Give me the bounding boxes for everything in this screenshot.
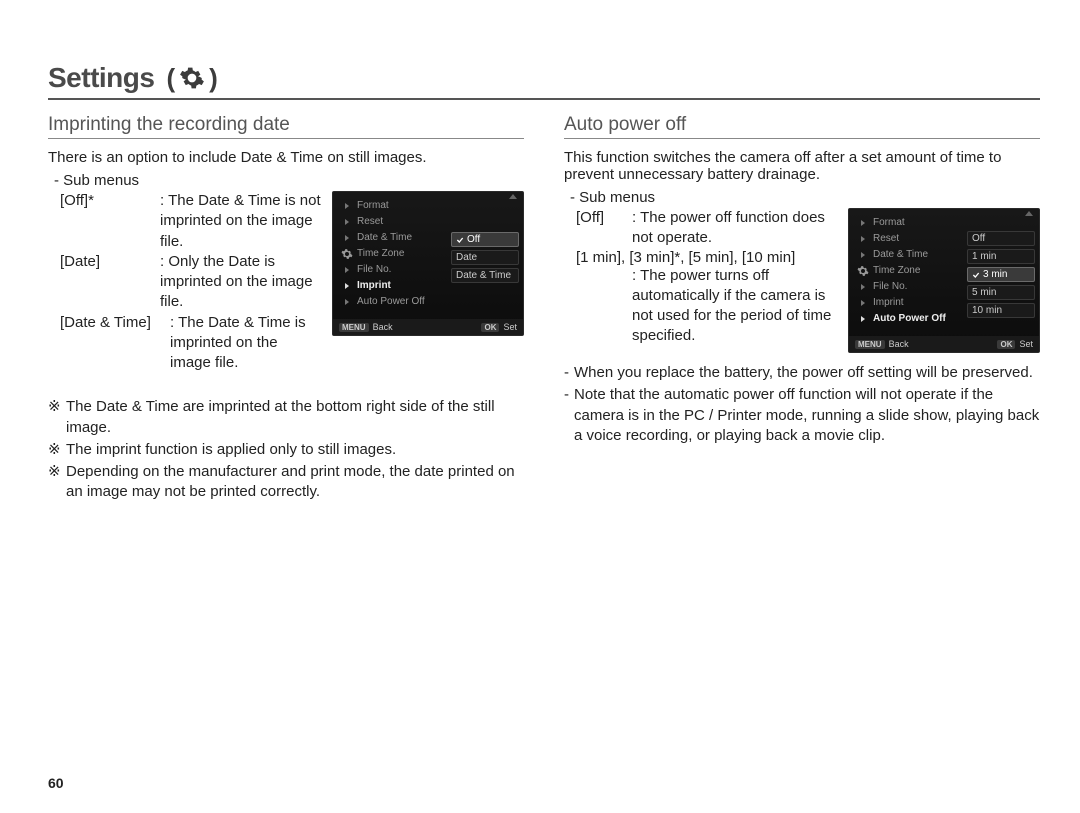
lcd-menu-item: Date & Time [873,249,928,260]
lcd-menu-item: Date & Time [357,232,412,243]
right-column: Auto power off This function switches th… [564,114,1040,505]
right-intro: This function switches the camera off af… [564,149,1040,183]
lcd-menu-item: Imprint [357,280,391,291]
right-notes: - When you replace the battery, the powe… [564,363,1040,446]
lcd-footer-left: Back [889,339,909,349]
columns: Imprinting the recording date There is a… [48,114,1040,505]
lcd-option: 1 min [967,249,1035,264]
chevron-right-icon [861,236,865,242]
chevron-right-icon [345,203,349,209]
chevron-right-icon [345,219,349,225]
lcd-footer-left-tag: MENU [339,323,369,332]
right-heading: Auto power off [564,114,1040,139]
lcd-menu-item: Reset [357,216,383,227]
lcd-option-list: Off 1 min 3 min 5 min 10 min [967,215,1035,334]
lcd-option: Date & Time [451,268,519,283]
lcd-footer-left: Back [373,322,393,332]
note-text: When you replace the battery, the power … [574,363,1040,383]
right-options-line: [1 min], [3 min]*, [5 min], [10 min] [576,249,838,266]
chevron-right-icon [345,283,349,289]
chevron-right-icon [345,267,349,273]
lcd-footer-right-tag: OK [997,340,1015,349]
lcd-screenshot-imprint: Format Reset Date & Time Time Zone File … [332,191,524,336]
lcd-footer-right-tag: OK [481,323,499,332]
submenu-desc: The power turns off automatically if the… [632,266,838,347]
dash-icon: - [564,385,574,446]
chevron-right-icon [861,220,865,226]
lcd-menu-item: Reset [873,233,899,244]
submenu-key: [Off] [576,208,632,249]
scroll-up-icon [1025,211,1033,216]
lcd-menu-item: File No. [357,264,391,275]
submenu-desc: The Date & Time is not imprinted on the … [160,191,322,252]
note-text: Depending on the manufacturer and print … [66,462,524,503]
scroll-up-icon [509,194,517,199]
submenu-desc: Only the Date is imprinted on the image … [160,252,322,313]
page-number: 60 [48,775,64,791]
lcd-menu-item: Time Zone [357,248,404,259]
note-text: The imprint function is applied only to … [66,440,524,460]
lcd-menu-list: Format Reset Date & Time Time Zone File … [339,198,451,317]
note-text: Note that the automatic power off functi… [574,385,1040,446]
submenu-key: [Date & Time] [60,313,170,374]
note-text: The Date & Time are imprinted at the bot… [66,397,524,438]
dash-icon: - [564,363,574,383]
chevron-right-icon [345,235,349,241]
left-heading: Imprinting the recording date [48,114,524,139]
check-icon [972,271,980,279]
lcd-menu-item: File No. [873,281,907,292]
lcd-option: 10 min [967,303,1035,318]
lcd-menu-item: Format [357,200,389,211]
lcd-footer: MENU Back OK Set [333,319,523,335]
lcd-menu-list: Format Reset Date & Time Time Zone File … [855,215,967,334]
left-submenu-list: [Off]* The Date & Time is not imprinted … [60,191,322,373]
manual-page: Settings ( ) Imprinting the recording da… [0,0,1080,813]
left-column: Imprinting the recording date There is a… [48,114,524,505]
lcd-menu-item: Time Zone [873,265,920,276]
lcd-menu-item: Auto Power Off [357,296,425,307]
title-icon-wrap: ( ) [162,63,221,94]
lcd-option: 5 min [967,285,1035,300]
gear-icon [179,65,205,91]
lcd-option-list: Off Date Date & Time [451,198,519,317]
page-title: Settings [48,62,154,94]
right-submenu-block: [Off] The power off function does not op… [564,208,1040,353]
lcd-option: Off [967,231,1035,246]
submenu-desc: The Date & Time is imprinted on the imag… [170,313,322,374]
reference-mark-icon: ※ [48,397,66,438]
check-icon [456,236,464,244]
right-submenus-label: - Sub menus [570,189,1040,206]
chevron-right-icon [861,252,865,258]
chevron-right-icon [861,284,865,290]
chevron-right-icon [345,299,349,305]
lcd-footer-left-tag: MENU [855,340,885,349]
right-submenu-text: [Off] The power off function does not op… [564,208,838,347]
lcd-option-selected: Off [451,232,519,247]
submenu-key [576,266,632,347]
lcd-footer-right: Set [503,322,517,332]
page-title-row: Settings ( ) [48,62,1040,100]
lcd-menu-item: Imprint [873,297,904,308]
left-submenus-label: - Sub menus [54,172,524,189]
gear-icon [341,248,353,260]
reference-mark-icon: ※ [48,462,66,503]
left-notes: ※ The Date & Time are imprinted at the b… [48,397,524,502]
lcd-menu-item: Auto Power Off [873,313,946,324]
lcd-option-selected: 3 min [967,267,1035,282]
left-intro: There is an option to include Date & Tim… [48,149,524,166]
lcd-option: Date [451,250,519,265]
reference-mark-icon: ※ [48,440,66,460]
lcd-footer-right: Set [1019,339,1033,349]
chevron-right-icon [861,300,865,306]
submenu-key: [Off]* [60,191,160,252]
gear-icon [857,265,869,277]
left-submenu-block: [Off]* The Date & Time is not imprinted … [48,191,524,373]
lcd-footer: MENU Back OK Set [849,336,1039,352]
submenu-key: [Date] [60,252,160,313]
lcd-menu-item: Format [873,217,905,228]
chevron-right-icon [861,316,865,322]
lcd-screenshot-autopoweroff: Format Reset Date & Time Time Zone File … [848,208,1040,353]
submenu-desc: The power off function does not operate. [632,208,838,249]
